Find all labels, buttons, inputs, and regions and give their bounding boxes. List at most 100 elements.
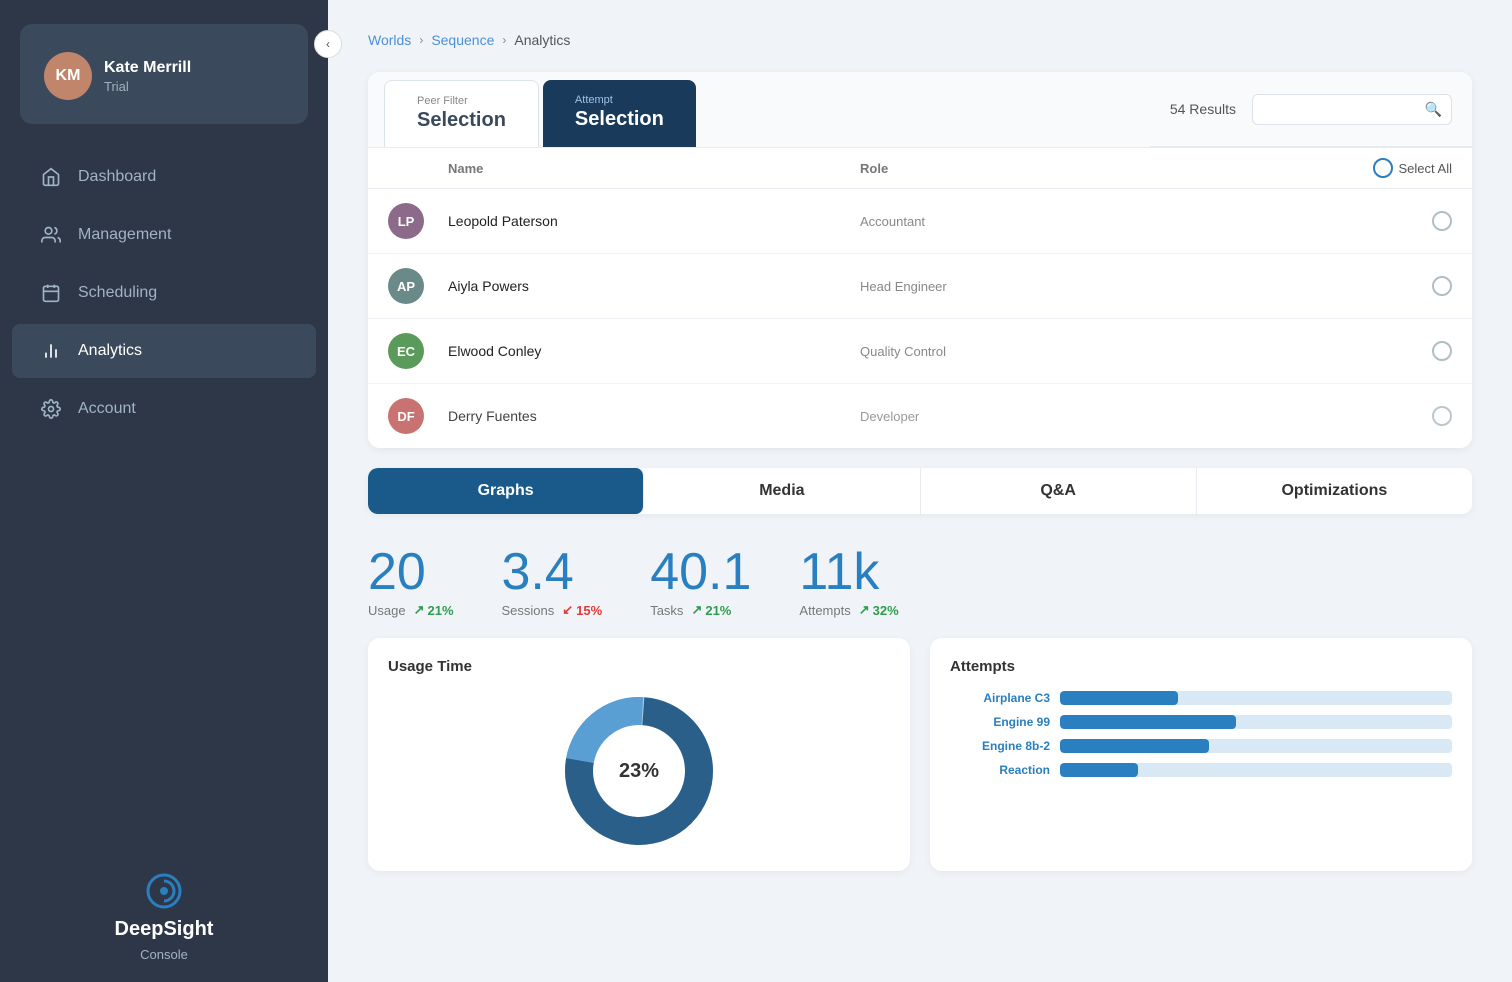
peer-table-header: Name Role Select All [368,148,1472,189]
stat-label: Sessions [502,603,555,618]
stat-sessions: 3.4 Sessions ↙ 15% [502,546,603,618]
stat-bottom: Sessions ↙ 15% [502,602,603,618]
stat-label: Usage [368,603,406,618]
stat-change: ↗ 21% [691,602,731,618]
sidebar-item-management[interactable]: Management [12,208,316,262]
tab-graphs[interactable]: Graphs [368,468,644,514]
tab-optimizations[interactable]: Optimizations [1197,468,1472,514]
stat-bottom: Usage ↗ 21% [368,602,454,618]
sidebar-item-scheduling[interactable]: Scheduling [12,266,316,320]
search-icon: 🔍 [1425,101,1442,118]
peer-filter-tab-small-label: Peer Filter [417,95,506,107]
row-role: Quality Control [860,344,1272,359]
search-wrapper: 🔍 [1252,94,1452,125]
col-role: Role [860,158,1272,178]
svg-text:23%: 23% [619,760,659,782]
row-radio [1332,406,1452,426]
chart-icon [40,340,62,362]
donut-chart: 23% [388,691,890,851]
search-input[interactable] [1252,94,1452,125]
breadcrumb-current: Analytics [514,32,570,48]
bar-row: Engine 8b-2 [950,739,1452,753]
radio-circle[interactable] [1432,211,1452,231]
stats-row: 20 Usage ↗ 21% 3.4 Sessions ↙ 15% 40.1 T… [368,534,1472,618]
sidebar-item-label: Analytics [78,342,142,360]
sidebar-item-label: Scheduling [78,284,157,302]
radio-circle[interactable] [1432,341,1452,361]
bar-row: Reaction [950,763,1452,777]
stat-attempts: 11k Attempts ↗ 32% [799,546,898,618]
sidebar-item-dashboard[interactable]: Dashboard [12,150,316,204]
users-icon [40,224,62,246]
chart-title: Usage Time [388,658,890,675]
radio-circle[interactable] [1432,406,1452,426]
bar-row: Airplane C3 [950,691,1452,705]
results-bar: 54 Results 🔍 [1150,72,1472,147]
stat-bottom: Attempts ↗ 32% [799,602,898,618]
sidebar-item-label: Dashboard [78,168,156,186]
results-count: 54 Results [1170,101,1236,117]
peer-table: LP Leopold Paterson Accountant AP Aiyla … [368,189,1472,448]
stat-bottom: Tasks ↗ 21% [650,602,751,618]
stat-value: 40.1 [650,546,751,598]
row-radio [1332,276,1452,296]
attempt-tab-main-label: Selection [575,108,664,131]
sidebar-collapse-button[interactable]: ‹ [314,30,342,58]
row-radio [1332,211,1452,231]
col-avatar [388,158,448,178]
row-name: Leopold Paterson [448,213,860,229]
row-name: Derry Fuentes [448,408,860,424]
attempt-selection-tab[interactable]: Attempt Selection [543,80,696,147]
attempt-tab-small-label: Attempt [575,94,664,106]
user-profile[interactable]: KM Kate Merrill Trial [20,24,308,124]
breadcrumb-sep-2: › [502,33,506,47]
avatar-df: DF [388,398,424,434]
table-row: LP Leopold Paterson Accountant [368,189,1472,254]
sidebar-item-account[interactable]: Account [12,382,316,436]
stat-value: 3.4 [502,546,603,598]
table-row: AP Aiyla Powers Head Engineer [368,254,1472,319]
sidebar-item-label: Management [78,226,171,244]
main-content: Worlds › Sequence › Analytics Peer Filte… [328,0,1512,982]
chart-title: Attempts [950,658,1452,675]
avatar-ap: AP [388,268,424,304]
breadcrumb-worlds[interactable]: Worlds [368,32,411,48]
logo-sub: Console [140,947,188,962]
bar-label: Reaction [950,763,1050,777]
bar-fill [1060,739,1209,753]
select-all-radio[interactable] [1373,158,1393,178]
radio-circle[interactable] [1432,276,1452,296]
bar-chart: Airplane C3 Engine 99 Engine 8b-2 [950,691,1452,777]
peer-filter-tab[interactable]: Peer Filter Selection [384,80,539,147]
charts-row: Usage Time 23% Attempts Airplane C3 [368,638,1472,871]
user-name: Kate Merrill [104,59,191,77]
peer-filter-tab-main-label: Selection [417,109,506,132]
bar-fill [1060,763,1138,777]
bar-label: Engine 8b-2 [950,739,1050,753]
row-role: Head Engineer [860,279,1272,294]
logo-name: DeepSight [115,918,214,941]
stat-label: Tasks [650,603,683,618]
avatar: KM [44,52,92,100]
content-tabs: Graphs Media Q&A Optimizations [368,468,1472,514]
stat-value: 11k [799,546,898,598]
stat-usage: 20 Usage ↗ 21% [368,546,454,618]
user-plan: Trial [104,79,191,94]
stat-change: ↗ 32% [859,602,899,618]
row-name: Elwood Conley [448,343,860,359]
stat-change: ↙ 15% [562,602,602,618]
breadcrumb: Worlds › Sequence › Analytics [368,32,1472,48]
breadcrumb-sequence[interactable]: Sequence [431,32,494,48]
tab-qa[interactable]: Q&A [921,468,1197,514]
tab-media[interactable]: Media [644,468,920,514]
avatar-lp: LP [388,203,424,239]
sidebar-nav: Dashboard Management [0,140,328,850]
sidebar-item-label: Account [78,400,136,418]
sidebar-item-analytics[interactable]: Analytics [12,324,316,378]
col-name: Name [448,158,860,178]
bar-label: Airplane C3 [950,691,1050,705]
row-role: Developer [860,409,1272,424]
breadcrumb-sep-1: › [419,33,423,47]
usage-time-chart: Usage Time 23% [368,638,910,871]
table-row: EC Elwood Conley Quality Control [368,319,1472,384]
